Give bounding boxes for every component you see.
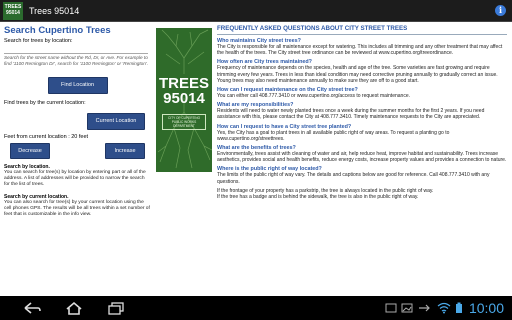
faq-divider — [217, 34, 507, 35]
back-icon[interactable] — [22, 301, 42, 315]
decrease-button[interactable]: Decrease — [10, 143, 50, 159]
search-label: Search for trees by location: — [4, 38, 73, 44]
app-logo-line2: 95014 — [6, 9, 20, 16]
action-bar: TREES 95014 Trees 95014 i — [0, 0, 512, 22]
clock: 10:00 — [468, 300, 504, 316]
faq-answer: You can either call 408.777.3410 or www.… — [217, 93, 410, 100]
faq-answer: The City is responsible for all maintena… — [217, 44, 503, 57]
feet-label: Feet from current location : 20 feet — [4, 134, 89, 140]
faq-answer: The limits of the public right of way va… — [217, 172, 490, 185]
search-panel: Search Cupertino Trees Search for trees … — [0, 22, 155, 296]
poster-title-line2: 95014 — [163, 90, 205, 107]
image-icon — [401, 303, 413, 313]
search-location-text: You can search for tree(s) by location b… — [4, 170, 146, 188]
usb-icon — [418, 304, 430, 312]
search-heading: Search Cupertino Trees — [4, 25, 111, 36]
info-icon[interactable]: i — [495, 5, 506, 16]
main-content: Search Cupertino Trees Search for trees … — [0, 22, 512, 296]
home-icon[interactable] — [64, 301, 84, 315]
navigation-bar: 10:00 — [0, 296, 512, 320]
recent-apps-icon[interactable] — [106, 301, 126, 315]
app-logo-line1: TREES — [4, 3, 22, 10]
app-logo: TREES 95014 — [3, 1, 23, 20]
battery-icon — [455, 302, 462, 313]
poster-title-line1: TREES — [158, 75, 209, 92]
faq-heading: FREQUENTLY ASKED QUESTIONS ABOUT CITY ST… — [217, 25, 408, 32]
poster-subtitle: CITY OF CUPERTINO PUBLIC WORKS DEPARTMEN… — [162, 114, 206, 130]
find-location-button[interactable]: Find Location — [47, 77, 108, 94]
trees-poster-image: TREES 95014 CITY OF CUPERTINO PUBLIC WOR… — [156, 28, 212, 172]
faq-extra: If the tree has a badge and is behind th… — [217, 194, 419, 201]
poster-title: TREES 95014 — [156, 76, 212, 106]
search-input[interactable] — [4, 46, 148, 54]
search-hint: Search for the street name without the R… — [4, 55, 149, 66]
faq-answer: Frequency of maintenance depends on the … — [217, 65, 498, 84]
app-title: Trees 95014 — [29, 5, 80, 16]
current-location-label: Find trees by the current location: — [4, 100, 86, 106]
faq-answer: Residents will need to water newly plant… — [217, 108, 485, 121]
search-current-text: You can also search for tree(s) by your … — [4, 199, 150, 218]
increase-button[interactable]: Increase — [105, 143, 145, 159]
notification-icon[interactable] — [385, 302, 397, 314]
wifi-icon — [437, 302, 451, 314]
faq-answer: Yes, the City has a goal to plant trees … — [217, 129, 450, 142]
faq-answer: Environmentally, trees assist with clean… — [217, 151, 507, 164]
current-location-button[interactable]: Current Location — [87, 113, 145, 130]
faq-panel: FREQUENTLY ASKED QUESTIONS ABOUT CITY ST… — [215, 25, 509, 293]
poster-sub-line2: PUBLIC WORKS DEPARTMENT — [171, 120, 197, 128]
status-area: 10:00 — [385, 300, 504, 316]
